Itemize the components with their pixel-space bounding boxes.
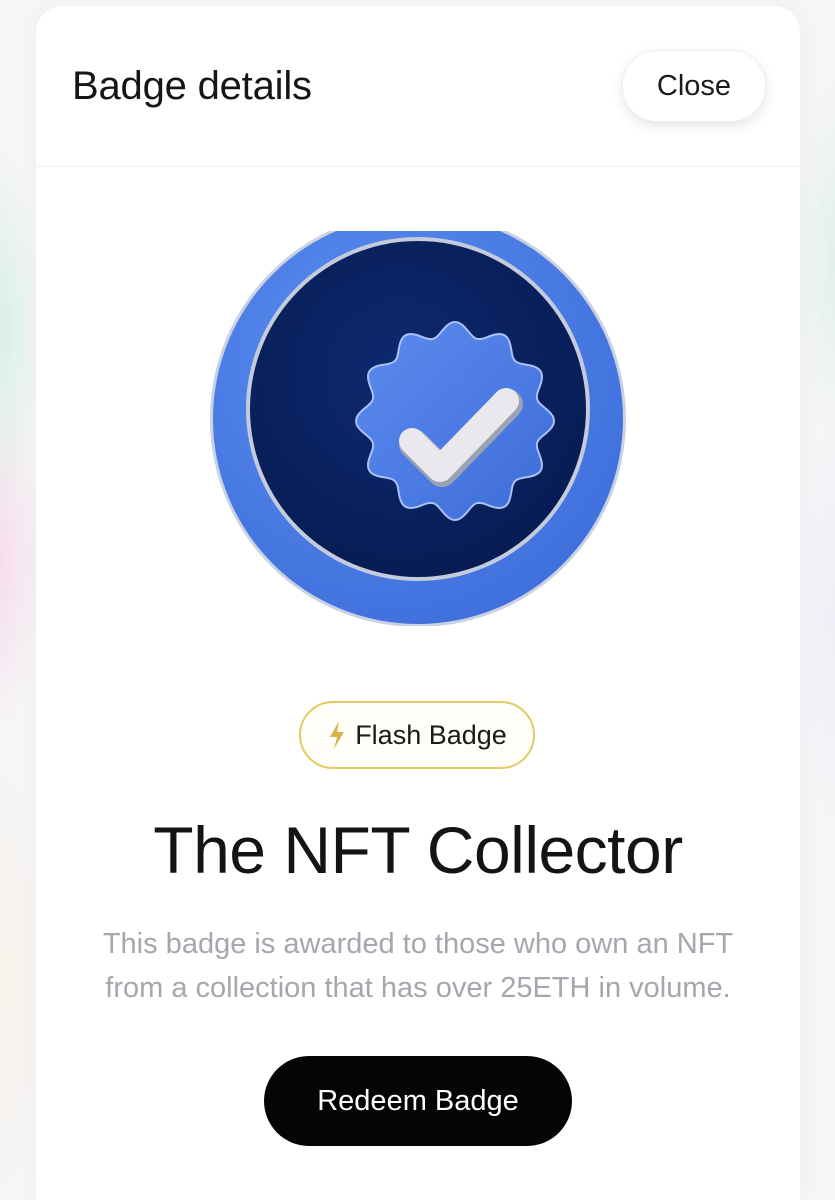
badge-details-modal: Badge details Close Flash Badge The NFT … <box>36 6 800 1200</box>
modal-title: Badge details <box>72 64 312 108</box>
badge-description: This badge is awarded to those who own a… <box>102 928 734 1004</box>
badge-name: The NFT Collector <box>153 813 683 887</box>
close-button[interactable]: Close <box>622 50 766 122</box>
redeem-badge-button[interactable]: Redeem Badge <box>264 1056 572 1146</box>
badge-image <box>210 211 626 627</box>
badge-type-label: Flash Badge <box>355 719 507 750</box>
modal-header: Badge details Close <box>36 6 800 167</box>
lightning-bolt-icon <box>330 721 345 749</box>
verified-checkmark-badge-icon <box>210 211 626 627</box>
badge-type-chip: Flash Badge <box>299 701 535 769</box>
